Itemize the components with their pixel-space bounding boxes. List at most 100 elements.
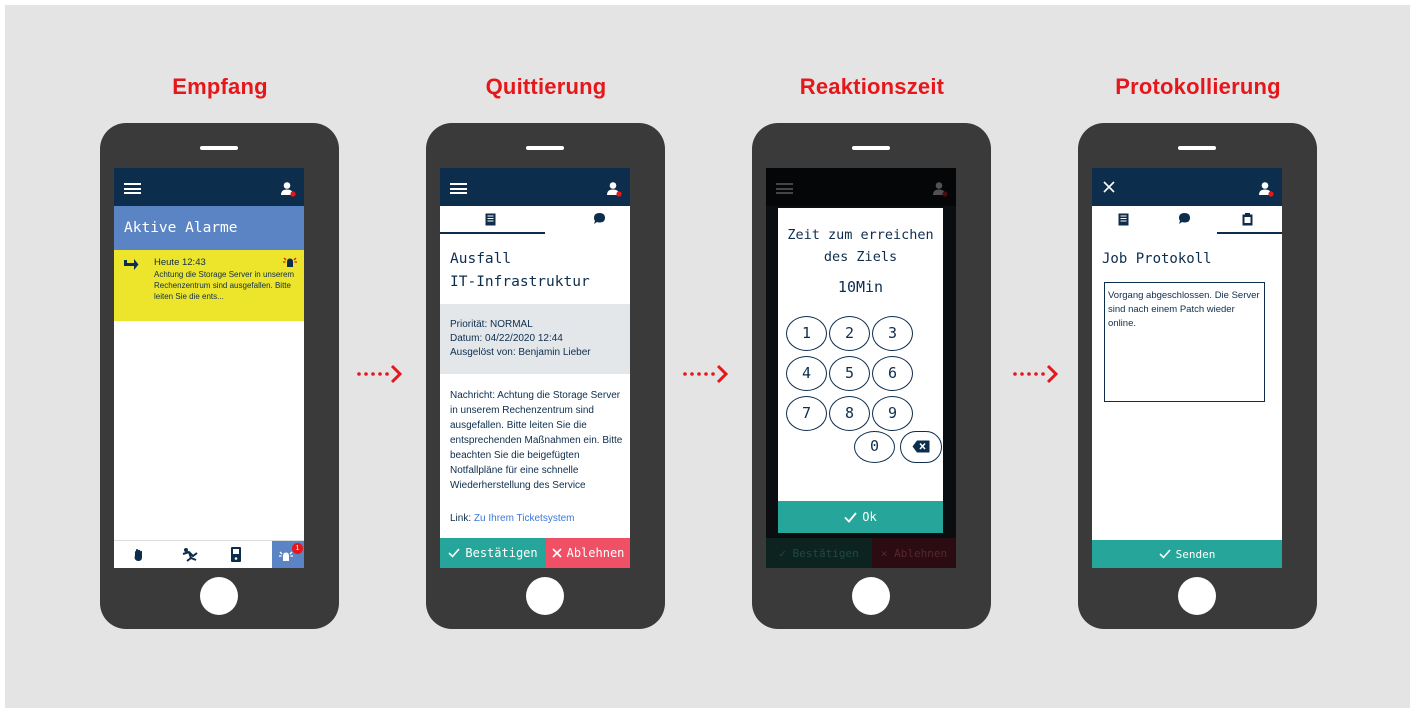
menu-icon bbox=[776, 183, 793, 194]
reject-label: Ablehnen bbox=[566, 546, 625, 560]
alarm-meta: Priorität: NORMAL Datum: 04/22/2020 12:4… bbox=[440, 304, 630, 374]
link-row: Link: Zu Ihrem Ticketsystem bbox=[450, 513, 574, 524]
action-bar: Bestätigen Ablehnen bbox=[440, 538, 630, 568]
link-label: Link: bbox=[450, 513, 472, 524]
backspace-key[interactable] bbox=[900, 431, 942, 463]
ok-button[interactable]: Ok bbox=[778, 501, 943, 533]
chat-bubble-icon bbox=[594, 213, 605, 224]
phone-speaker bbox=[200, 146, 238, 150]
home-button[interactable] bbox=[200, 577, 238, 615]
keypad-key[interactable]: 4 bbox=[786, 356, 827, 391]
prompt-line2: des Ziels bbox=[823, 249, 898, 265]
step-title-reaktionszeit: Reaktionszeit bbox=[799, 74, 945, 99]
send-button[interactable]: Senden bbox=[1092, 540, 1282, 568]
app-topbar bbox=[1092, 168, 1282, 206]
keypad-key[interactable]: 8 bbox=[829, 396, 870, 431]
reject-button[interactable]: Ablehnen bbox=[546, 538, 630, 568]
user-icon[interactable] bbox=[606, 181, 622, 197]
keypad-key[interactable]: 9 bbox=[872, 396, 913, 431]
date-text: Datum: 04/22/2020 12:44 bbox=[450, 333, 563, 344]
forward-arrow-icon bbox=[124, 259, 139, 270]
priority-text: Priorität: NORMAL bbox=[450, 319, 533, 330]
menu-icon[interactable] bbox=[124, 183, 141, 194]
phone-reaktionszeit: ✓ Bestätigen ✕ Ablehnen Zeit zum erreich… bbox=[752, 123, 991, 629]
protocol-textarea[interactable]: Vorgang abgeschlossen. Die Server sind n… bbox=[1104, 282, 1265, 402]
detail-tabs bbox=[1092, 206, 1282, 234]
home-button[interactable] bbox=[852, 577, 890, 615]
keypad-key[interactable]: 6 bbox=[872, 356, 913, 391]
keypad-key[interactable]: 0 bbox=[854, 431, 895, 463]
notification-badge: 1 bbox=[292, 543, 303, 554]
step-title-empfang: Empfang bbox=[172, 74, 268, 99]
menu-icon[interactable] bbox=[450, 183, 467, 194]
tab-protocol[interactable] bbox=[1217, 206, 1282, 234]
phone-speaker bbox=[1178, 146, 1216, 150]
time-dialog: Zeit zum erreichen des Ziels 10Min 123 45… bbox=[778, 208, 943, 533]
user-icon[interactable] bbox=[280, 181, 296, 197]
confirm-button[interactable]: Bestätigen bbox=[440, 538, 546, 568]
check-icon bbox=[1159, 549, 1171, 559]
step-title-quittierung: Quittierung bbox=[485, 74, 607, 99]
user-icon[interactable] bbox=[1258, 181, 1274, 197]
falling-person-icon[interactable] bbox=[182, 547, 199, 563]
alarm-list-header: Aktive Alarme bbox=[114, 206, 304, 250]
home-button[interactable] bbox=[526, 577, 564, 615]
confirm-label: Bestätigen bbox=[792, 546, 859, 560]
action-bar: Senden bbox=[1092, 540, 1282, 568]
detail-tabs bbox=[440, 206, 630, 234]
keypad-key[interactable]: 1 bbox=[786, 316, 827, 351]
app-topbar-dimmed bbox=[766, 168, 956, 206]
user-icon bbox=[933, 182, 948, 197]
keypad-key[interactable]: 2 bbox=[829, 316, 870, 351]
alarm-bell-icon bbox=[279, 551, 293, 561]
tab-chat[interactable] bbox=[1154, 206, 1217, 234]
alarm-title: Ausfall IT-Infrastruktur bbox=[450, 248, 590, 294]
alarm-bell-icon bbox=[283, 257, 297, 267]
keypad-key[interactable]: 7 bbox=[786, 396, 827, 431]
phone-empfang: Aktive Alarme Heute 12:43 Achtung die St… bbox=[100, 123, 339, 629]
phone-screen: Job Protokoll Vorgang abgeschlossen. Die… bbox=[1092, 168, 1282, 568]
dialog-prompt: Zeit zum erreichen des Ziels bbox=[778, 224, 943, 268]
clipboard-icon bbox=[1242, 213, 1253, 226]
alarm-message: Nachricht: Achtung die Storage Server in… bbox=[450, 390, 623, 491]
check-icon bbox=[448, 548, 460, 558]
page-title: Aktive Alarme bbox=[124, 220, 238, 236]
send-label: Senden bbox=[1175, 547, 1216, 561]
alarm-time: Heute 12:43 bbox=[154, 257, 206, 268]
backspace-icon bbox=[912, 440, 930, 453]
tab-details[interactable] bbox=[440, 206, 545, 234]
nav-alarm-tab[interactable]: 1 bbox=[272, 541, 304, 568]
app-topbar bbox=[440, 168, 630, 206]
keypad-key[interactable]: 5 bbox=[829, 356, 870, 391]
ticket-system-link[interactable]: Zu Ihrem Ticketsystem bbox=[474, 513, 575, 524]
confirm-label: Bestätigen bbox=[465, 546, 538, 560]
alarm-list-item[interactable]: Heute 12:43 Achtung die Storage Server i… bbox=[114, 250, 304, 321]
device-icon[interactable] bbox=[230, 546, 242, 563]
alarm-title-line1: Ausfall bbox=[450, 251, 512, 267]
phone-screen: ✓ Bestätigen ✕ Ablehnen Zeit zum erreich… bbox=[766, 168, 956, 568]
hand-icon[interactable] bbox=[132, 548, 146, 562]
time-value: 10Min bbox=[837, 278, 884, 296]
tab-details[interactable] bbox=[1092, 206, 1154, 234]
check-icon bbox=[844, 511, 857, 523]
chat-bubble-icon bbox=[1179, 213, 1190, 224]
reject-button-dimmed: ✕ Ablehnen bbox=[872, 538, 956, 568]
phone-protokollierung: Job Protokoll Vorgang abgeschlossen. Die… bbox=[1078, 123, 1317, 629]
home-button[interactable] bbox=[1178, 577, 1216, 615]
page-title: Job Protokoll bbox=[1102, 251, 1212, 267]
phone-screen: Ausfall IT-Infrastruktur Priorität: NORM… bbox=[440, 168, 630, 568]
bottom-nav: 1 bbox=[114, 540, 304, 568]
alarm-title-line2: IT-Infrastruktur bbox=[450, 274, 590, 290]
dotted-arrow-icon bbox=[683, 364, 728, 384]
triggered-by-text: Ausgelöst von: Benjamin Lieber bbox=[450, 347, 591, 358]
phone-screen: Aktive Alarme Heute 12:43 Achtung die St… bbox=[114, 168, 304, 568]
tab-chat[interactable] bbox=[545, 206, 630, 234]
phone-speaker bbox=[852, 146, 890, 150]
dotted-arrow-icon bbox=[1013, 364, 1058, 384]
prompt-line1: Zeit zum erreichen bbox=[787, 227, 934, 243]
document-icon bbox=[1118, 213, 1129, 226]
step-title-protokollierung: Protokollierung bbox=[1115, 74, 1281, 99]
keypad-key[interactable]: 3 bbox=[872, 316, 913, 351]
close-icon[interactable] bbox=[1103, 181, 1115, 193]
phone-quittierung: Ausfall IT-Infrastruktur Priorität: NORM… bbox=[426, 123, 665, 629]
